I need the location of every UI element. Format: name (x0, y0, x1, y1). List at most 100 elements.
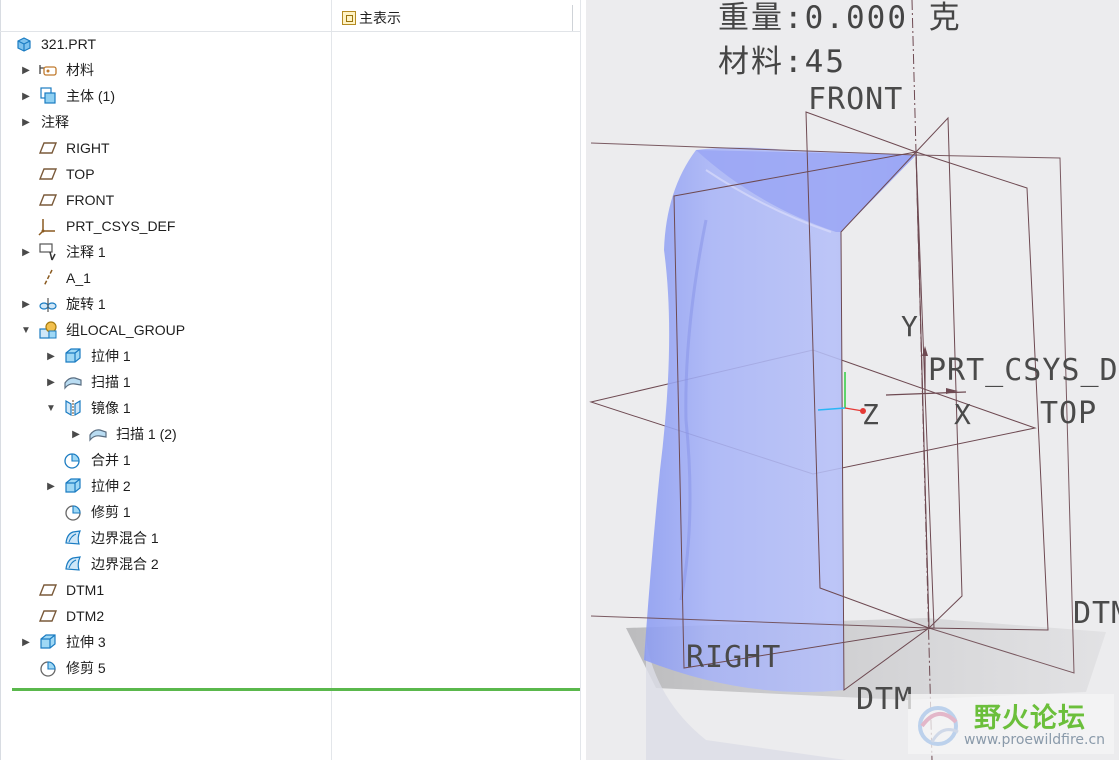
tree-item-label: RIGHT (66, 140, 110, 156)
tree-item-label: 边界混合 1 (91, 530, 159, 546)
sweep-icon (63, 372, 83, 392)
front-plane-label[interactable]: FRONT (808, 82, 903, 117)
datum-plane-icon (38, 190, 58, 210)
tree-item-annotations[interactable]: ▶ 注释 (0, 109, 331, 135)
trim-icon (63, 502, 83, 522)
tree-item-label: 扫描 1 (2) (116, 426, 177, 442)
tree-item-body[interactable]: ▶ 主体 (1) (0, 83, 331, 109)
tree-header: 主表示 (0, 5, 580, 32)
expand-arrow-icon[interactable]: ▶ (45, 350, 57, 362)
expand-arrow-icon[interactable]: ▶ (45, 480, 57, 492)
tree-item-axis[interactable]: A_1 (0, 265, 331, 291)
insert-here-marker[interactable] (12, 688, 580, 691)
tree-item-label: A_1 (66, 270, 91, 286)
extrude-icon (63, 476, 83, 496)
tree-item-front-plane[interactable]: FRONT (0, 187, 331, 213)
tree-item-label: 修剪 5 (66, 660, 106, 676)
datum-plane-icon (38, 606, 58, 626)
tree-item-revolve[interactable]: ▶ 旋转 1 (0, 291, 331, 317)
tree-item-label: 合并 1 (91, 452, 131, 468)
watermark-title: 野火论坛 (974, 703, 1086, 734)
representation-icon (342, 11, 356, 25)
expand-arrow-icon[interactable]: ▶ (20, 64, 32, 76)
column-resize-handle[interactable] (572, 5, 573, 31)
datum-plane-icon (38, 164, 58, 184)
column-divider (331, 0, 332, 760)
expand-arrow-icon[interactable]: ▶ (20, 116, 32, 128)
tree-item-mirror-1[interactable]: ▼ 镜像 1 (0, 395, 331, 421)
tree-item-extrude-2[interactable]: ▶ 拉伸 2 (0, 473, 331, 499)
tree-item-merge-1[interactable]: 合并 1 (0, 447, 331, 473)
tree-item-local-group[interactable]: ▼ 组LOCAL_GROUP (0, 317, 331, 343)
sweep-icon (88, 424, 108, 444)
panel-right-border (580, 0, 581, 760)
expand-arrow-icon[interactable]: ▶ (20, 90, 32, 102)
material-note[interactable]: 材料:45 (718, 36, 846, 81)
body-icon (38, 86, 58, 106)
datum-axis-icon (38, 268, 58, 288)
tree-item-sweep-1[interactable]: ▶ 扫描 1 (0, 369, 331, 395)
expand-arrow-icon[interactable]: ▶ (70, 428, 82, 440)
right-plane-label[interactable]: RIGHT (686, 640, 781, 675)
tree-item-top-plane[interactable]: TOP (0, 161, 331, 187)
tree-item-label: 修剪 1 (91, 504, 131, 520)
expand-arrow-icon[interactable]: ▶ (20, 298, 32, 310)
tree-item-boundary-blend-2[interactable]: 边界混合 2 (0, 551, 331, 577)
tree-item-dtm2[interactable]: DTM2 (0, 603, 331, 629)
csys-x-label: X (954, 398, 971, 431)
expand-arrow-icon[interactable]: ▶ (20, 636, 32, 648)
collapse-arrow-icon[interactable]: ▼ (45, 402, 57, 414)
csys-y-label: Y (901, 310, 918, 343)
revolve-icon (38, 294, 58, 314)
trim-icon (38, 658, 58, 678)
tree-item-trim-1[interactable]: 修剪 1 (0, 499, 331, 525)
watermark-url: www.proewildfire.cn (964, 732, 1106, 748)
tree-item-extrude-1[interactable]: ▶ 拉伸 1 (0, 343, 331, 369)
dtm-plane-label-right[interactable]: DTM (1073, 596, 1119, 631)
column-header-label: 主表示 (359, 10, 401, 26)
tree-root-item[interactable]: 321.PRT (0, 31, 331, 57)
tree-root-label: 321.PRT (41, 36, 96, 52)
tree-item-label: 材料 (66, 62, 94, 78)
weight-note[interactable]: 重量:0.000 克 (718, 0, 962, 37)
column-header-main-representation[interactable]: 主表示 (342, 9, 401, 27)
tree-item-annotation-1[interactable]: ▶ 注释 1 (0, 239, 331, 265)
datum-plane-icon (38, 138, 58, 158)
material-icon (38, 60, 58, 80)
watermark: 野火论坛 www.proewildfire.cn (908, 694, 1114, 754)
model-tree-panel: 主表示 321.PRT ▶ 材料 ▶ 主体 (1) ▶ 注释 RIGHT TOP… (0, 0, 586, 760)
graphics-viewport[interactable]: 重量:0.000 克 材料:45 FRONT TOP RIGHT DTM DTM… (586, 0, 1119, 760)
tree-item-csys[interactable]: PRT_CSYS_DEF (0, 213, 331, 239)
tree-item-label: 镜像 1 (91, 400, 131, 416)
csys-z-label: Z (862, 398, 879, 431)
watermark-logo-icon (918, 706, 959, 746)
tree-item-material[interactable]: ▶ 材料 (0, 57, 331, 83)
tree-item-label: 注释 1 (66, 244, 106, 260)
tree-item-dtm1[interactable]: DTM1 (0, 577, 331, 603)
group-icon (38, 320, 58, 340)
annotation-icon (38, 242, 58, 262)
boundary-blend-icon (63, 528, 83, 548)
tree-item-label: 旋转 1 (66, 296, 106, 312)
top-plane-label[interactable]: TOP (1040, 396, 1097, 431)
tree-item-label: TOP (66, 166, 95, 182)
tree-item-label: PRT_CSYS_DEF (66, 218, 176, 234)
expand-arrow-icon[interactable]: ▶ (20, 246, 32, 258)
tree-item-boundary-blend-1[interactable]: 边界混合 1 (0, 525, 331, 551)
mirror-icon (63, 398, 83, 418)
tree-item-trim-5[interactable]: 修剪 5 (0, 655, 331, 681)
collapse-arrow-icon[interactable]: ▼ (20, 324, 32, 336)
extrude-icon (63, 346, 83, 366)
tree-item-label: 边界混合 2 (91, 556, 159, 572)
tree-item-label: 注释 (41, 114, 69, 130)
csys-label[interactable]: PRT_CSYS_D (928, 353, 1119, 388)
tree-item-label: 组LOCAL_GROUP (66, 322, 186, 338)
boundary-blend-icon (63, 554, 83, 574)
dtm-plane-label-bottom[interactable]: DTM (856, 682, 913, 717)
csys-x-axis (885, 391, 967, 396)
tree-item-sweep-1-copy[interactable]: ▶ 扫描 1 (2) (0, 421, 331, 447)
tree-item-right-plane[interactable]: RIGHT (0, 135, 331, 161)
extrude-icon (38, 632, 58, 652)
tree-item-extrude-3[interactable]: ▶ 拉伸 3 (0, 629, 331, 655)
expand-arrow-icon[interactable]: ▶ (45, 376, 57, 388)
